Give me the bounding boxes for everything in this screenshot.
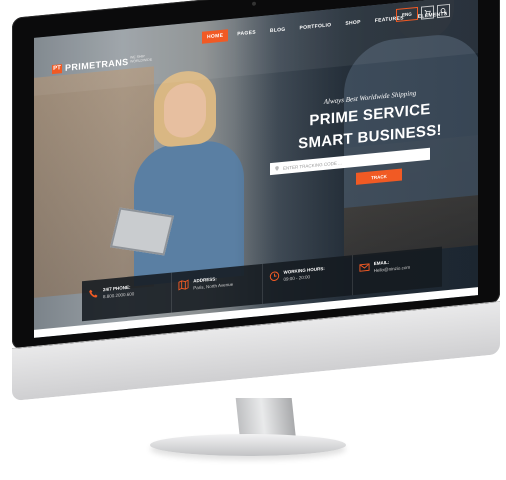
nav-item-shop[interactable]: SHOP	[340, 16, 365, 30]
nav-item-pages[interactable]: PAGES	[232, 26, 261, 41]
nav-item-blog[interactable]: BLOG	[265, 23, 291, 37]
camera-icon	[252, 1, 256, 6]
phone-icon	[89, 289, 98, 298]
clock-icon	[269, 271, 279, 282]
language-selector[interactable]: ENG	[396, 6, 418, 23]
cart-icon[interactable]	[420, 5, 434, 20]
nav-item-home[interactable]: HOME	[202, 29, 229, 44]
search-icon[interactable]	[436, 3, 450, 19]
tagline: WE SHIP WORLDWIDE	[130, 54, 153, 64]
address-value: Paris, North Avenue	[193, 281, 234, 291]
mail-icon	[359, 263, 370, 272]
location-pin-icon	[275, 166, 279, 171]
monitor: PT PRIMETRANS WE SHIP WORLDWIDE HOME PAG…	[12, 0, 500, 401]
logo-text: PRIMETRANS	[65, 56, 129, 73]
email-value[interactable]: Hello@ninzio.com	[374, 265, 410, 273]
logo-mark: PT	[52, 63, 62, 74]
monitor-bezel: PT PRIMETRANS WE SHIP WORLDWIDE HOME PAG…	[12, 0, 500, 350]
logo[interactable]: PT PRIMETRANS	[52, 57, 129, 74]
map-icon	[178, 279, 189, 291]
website-screen: PT PRIMETRANS WE SHIP WORLDWIDE HOME PAG…	[34, 0, 478, 338]
nav-item-portfolio[interactable]: PORTFOLIO	[295, 19, 337, 35]
computer-mockup: PT PRIMETRANS WE SHIP WORLDWIDE HOME PAG…	[0, 0, 506, 480]
monitor-stand-foot	[150, 434, 346, 456]
tracking-placeholder: ENTER TRACKING CODE ...	[283, 159, 342, 171]
phone-value: 8.800.2000.600	[103, 291, 135, 300]
